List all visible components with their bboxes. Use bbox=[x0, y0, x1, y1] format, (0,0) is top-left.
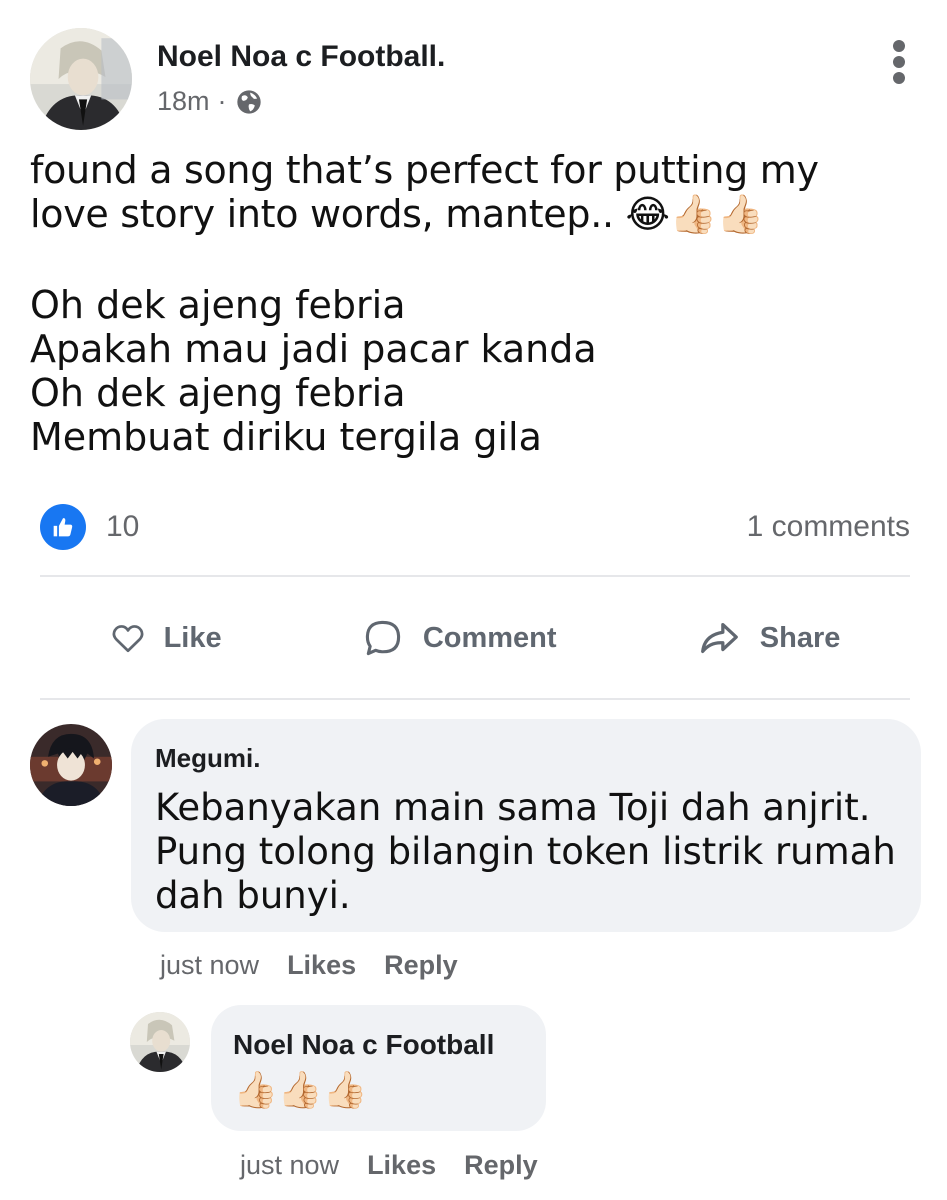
avatar-image bbox=[130, 1012, 190, 1072]
comments-count[interactable]: 1 comments bbox=[747, 510, 910, 544]
avatar-image bbox=[30, 28, 132, 130]
reply-bubble[interactable]: Noel Noa c Football 👍🏻👍🏻👍🏻 bbox=[211, 1005, 546, 1131]
post-actions: Like Comment Share bbox=[40, 610, 910, 666]
reply-author[interactable]: Noel Noa c Football bbox=[233, 1029, 524, 1061]
like-label: Like bbox=[163, 621, 222, 654]
like-count: 10 bbox=[106, 510, 140, 543]
comment-likes-link[interactable]: Likes bbox=[287, 950, 356, 981]
thumbs-up-icon bbox=[40, 504, 86, 550]
comment-label: Comment bbox=[422, 621, 557, 654]
reaction-summary[interactable]: 10 bbox=[40, 504, 139, 550]
reply-meta: just now Likes Reply bbox=[240, 1150, 538, 1181]
post-lyrics: Oh dek ajeng febria Apakah mau jadi paca… bbox=[30, 283, 597, 459]
comment-time: just now bbox=[160, 950, 260, 980]
reply-reply-link[interactable]: Reply bbox=[464, 1150, 538, 1181]
speech-bubble-icon bbox=[365, 620, 400, 656]
share-button[interactable]: Share bbox=[696, 615, 841, 661]
comment-bubble[interactable]: Megumi. Kebanyakan main sama Toji dah an… bbox=[131, 719, 921, 932]
comment-text: Kebanyakan main sama Toji dah anjrit. Pu… bbox=[155, 786, 896, 917]
divider bbox=[40, 698, 910, 700]
post-text: found a song that’s perfect for putting … bbox=[30, 148, 819, 236]
lyric-line: Oh dek ajeng febria bbox=[30, 283, 406, 327]
comment-meta: just now Likes Reply bbox=[160, 950, 458, 981]
more-options-icon[interactable] bbox=[887, 40, 911, 84]
reply-likes-link[interactable]: Likes bbox=[367, 1150, 436, 1181]
reply-text: 👍🏻👍🏻👍🏻 bbox=[233, 1070, 368, 1111]
like-button[interactable]: Like bbox=[110, 620, 222, 656]
heart-icon bbox=[112, 625, 144, 653]
comment-reply-link[interactable]: Reply bbox=[384, 950, 458, 981]
lyric-line: Membuat diriku tergila gila bbox=[30, 415, 542, 459]
meta-separator: · bbox=[217, 86, 227, 116]
lyric-line: Apakah mau jadi pacar kanda bbox=[30, 327, 597, 371]
avatar-image bbox=[30, 724, 112, 806]
divider bbox=[40, 575, 910, 577]
share-arrow-icon bbox=[700, 622, 738, 654]
comment-author[interactable]: Megumi. bbox=[155, 743, 897, 774]
share-label: Share bbox=[759, 621, 841, 654]
post-stats: 10 1 comments bbox=[40, 504, 910, 550]
post-meta: 18m · bbox=[157, 86, 263, 117]
reply-time: just now bbox=[240, 1150, 340, 1180]
globe-icon bbox=[235, 88, 263, 116]
post-time[interactable]: 18m bbox=[157, 86, 210, 117]
commenter-avatar[interactable] bbox=[30, 724, 112, 806]
comment-button[interactable]: Comment bbox=[361, 616, 557, 660]
post-author-name[interactable]: Noel Noa c Football. bbox=[157, 40, 445, 74]
post-author-avatar[interactable] bbox=[30, 28, 132, 130]
lyric-line: Oh dek ajeng febria bbox=[30, 371, 406, 415]
reply-author-avatar[interactable] bbox=[130, 1012, 190, 1072]
